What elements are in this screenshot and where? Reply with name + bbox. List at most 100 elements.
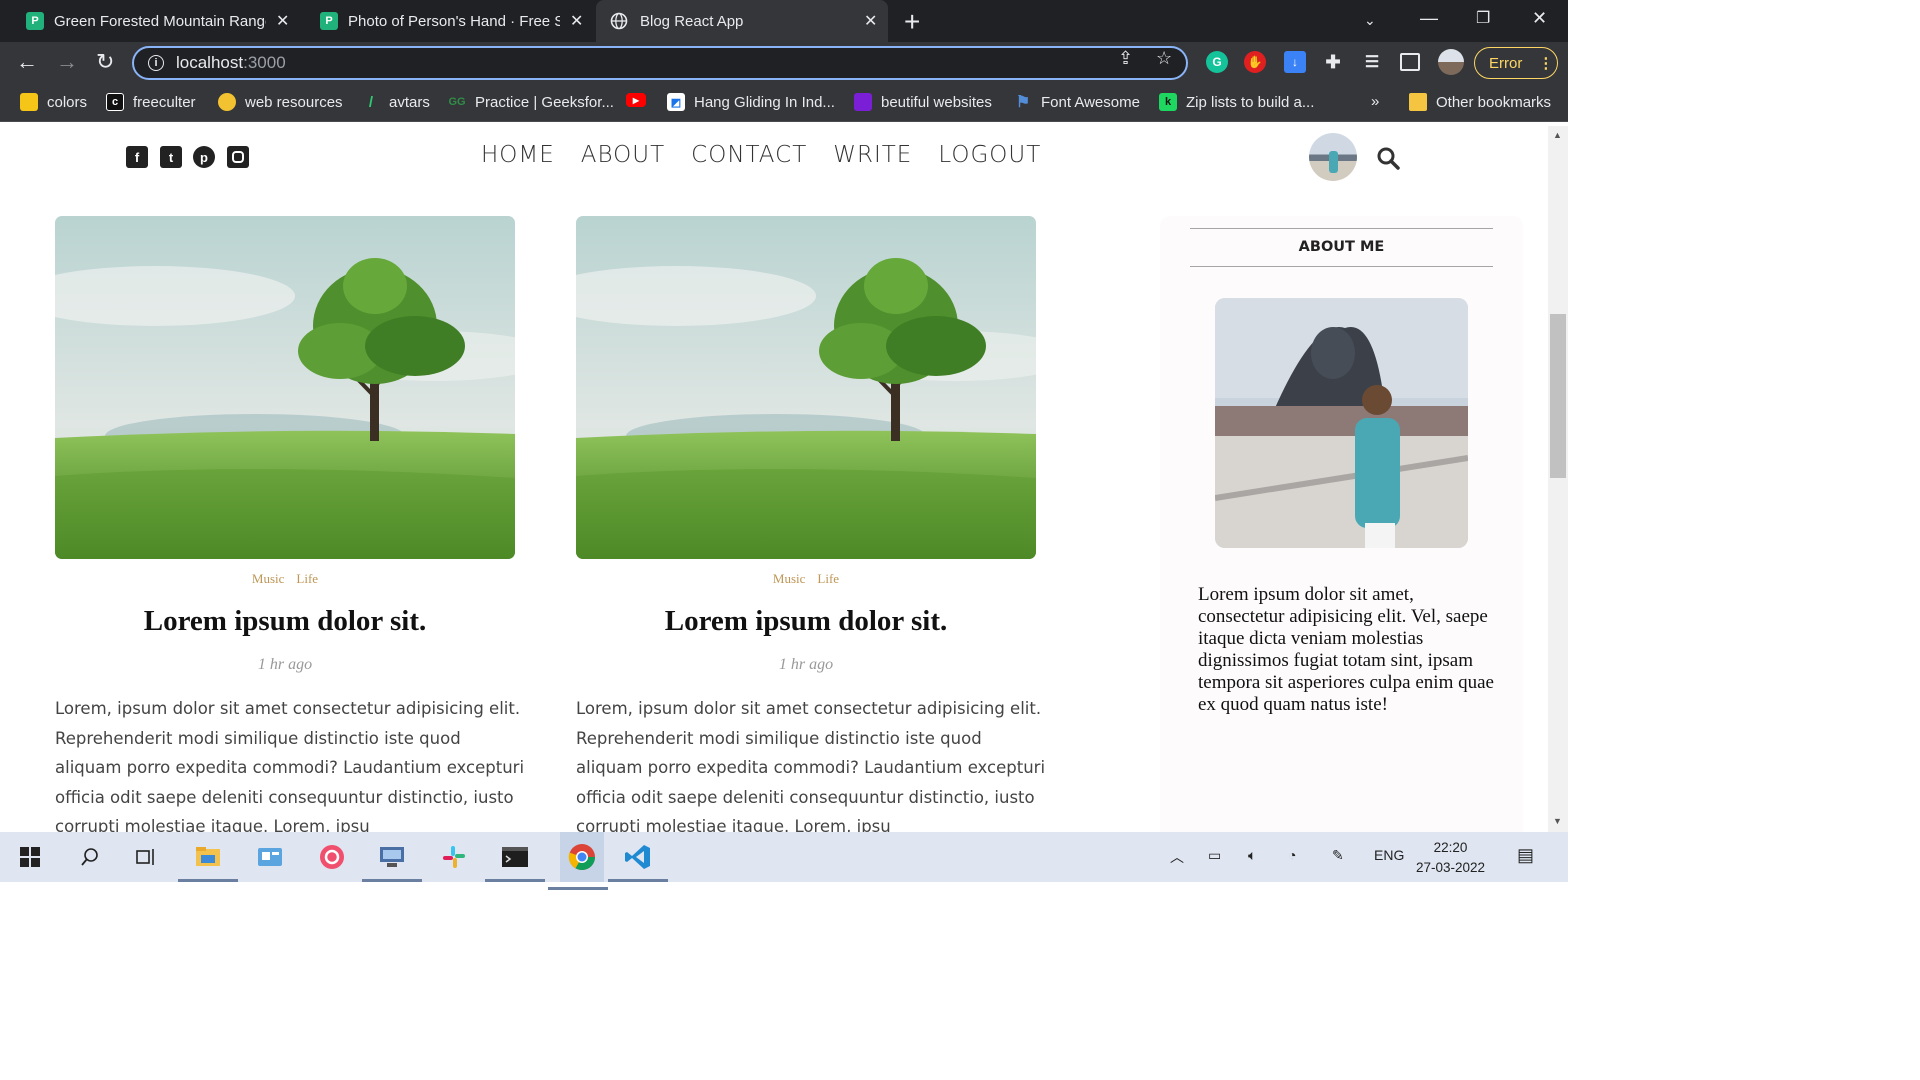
post-image[interactable] (576, 216, 1036, 559)
sidebar: ABOUT ME Lorem ipsum dolor sit amet, con… (1160, 216, 1523, 832)
pexels-favicon-icon: P (26, 12, 44, 30)
menu-home[interactable]: HOME (481, 142, 555, 168)
bookmark-youtube[interactable]: ▶ (626, 93, 655, 107)
search-icon[interactable] (1376, 146, 1400, 170)
bookmark-hang-gliding[interactable]: ◩ Hang Gliding In Ind... (667, 93, 835, 111)
side-panel-icon[interactable] (1400, 53, 1420, 71)
language-indicator[interactable]: ENG (1374, 847, 1404, 863)
download-icon[interactable]: ↓ (1284, 51, 1306, 73)
bookmark-colors[interactable]: colors (20, 93, 87, 111)
instagram-icon[interactable] (227, 146, 249, 168)
close-window-icon[interactable]: ✕ (1532, 8, 1547, 29)
post-title[interactable]: Lorem ipsum dolor sit. (55, 605, 515, 638)
error-button[interactable]: Error ⋮ (1474, 47, 1558, 79)
extensions-icon[interactable]: ✚ (1322, 51, 1344, 73)
tab-1[interactable]: P Green Forested Mountain Range ✕ (26, 0, 289, 42)
browser-toolbar: ← → ↻ i localhost:3000 ⇪ ☆ G ✋ ↓ ✚ ☰ Err… (0, 42, 1568, 84)
scroll-down-icon[interactable]: ▼ (1553, 816, 1562, 826)
category-tag[interactable]: Music (252, 571, 285, 586)
twitter-icon[interactable]: t (160, 146, 182, 168)
post-card[interactable]: Music Life Lorem ipsum dolor sit. 1 hr ag… (55, 216, 524, 832)
wifi-icon[interactable]: ◔ (1288, 847, 1296, 863)
post-date: 1 hr ago (257, 656, 313, 673)
menu-contact[interactable]: CONTACT (691, 142, 807, 168)
app-icon-pink[interactable] (314, 840, 350, 874)
tab-search-icon[interactable]: ⌄ (1364, 12, 1376, 29)
bookmark-web-resources[interactable]: web resources (218, 93, 343, 111)
user-avatar[interactable] (1309, 133, 1357, 181)
terminal-icon[interactable] (485, 840, 545, 882)
post-card[interactable]: Music Life Lorem ipsum dolor sit. 1 hr ag… (576, 216, 1045, 832)
notifications-icon[interactable]: ▤ (1517, 845, 1534, 866)
adblock-icon[interactable]: ✋ (1244, 51, 1266, 73)
restore-icon[interactable]: ❐ (1476, 8, 1490, 28)
error-label: Error (1489, 54, 1523, 72)
close-tab-icon[interactable]: ✕ (276, 11, 289, 31)
scroll-up-icon[interactable]: ▲ (1553, 130, 1562, 140)
more-bookmarks-button[interactable]: » (1371, 93, 1379, 110)
post-description: Lorem, ipsum dolor sit amet consectetur … (576, 699, 1046, 832)
sidebar-title: ABOUT ME (1190, 228, 1493, 267)
menu-write[interactable]: WRITE (833, 142, 912, 168)
category-tag[interactable]: Life (817, 571, 839, 586)
bookmark-zip-lists[interactable]: k Zip lists to build a... (1159, 93, 1314, 111)
site-info-icon[interactable]: i (148, 55, 164, 71)
page-scrollbar[interactable]: ▲ ▼ (1548, 126, 1568, 832)
file-explorer-icon[interactable] (178, 840, 238, 882)
remote-desktop-icon[interactable] (362, 840, 422, 882)
control-panel-icon[interactable] (252, 840, 288, 874)
bookmark-freeculter[interactable]: c freeculter (106, 93, 196, 111)
post-categories: Music Life (576, 571, 1036, 587)
clock-date: 27-03-2022 (1416, 860, 1486, 875)
chrome-icon[interactable] (548, 832, 608, 890)
post-categories: Music Life (55, 571, 515, 587)
other-bookmarks-folder[interactable]: Other bookmarks (1409, 93, 1551, 111)
post-image[interactable] (55, 216, 515, 559)
bookmark-font-awesome[interactable]: ⚑ Font Awesome (1014, 93, 1140, 112)
show-hidden-icons[interactable]: ︿ (1170, 847, 1184, 867)
web-resources-favicon-icon (218, 93, 236, 111)
bookmark-beutiful-websites[interactable]: beutiful websites (854, 93, 992, 111)
minimize-icon[interactable]: — (1420, 8, 1438, 29)
youtube-icon: ▶ (626, 93, 646, 107)
address-bar[interactable]: i localhost:3000 (132, 46, 1188, 80)
bookmark-label: colors (47, 93, 88, 111)
profile-avatar[interactable] (1438, 49, 1464, 75)
forward-icon[interactable]: → (56, 51, 78, 73)
system-clock[interactable]: 22:20 27-03-2022 (1416, 838, 1485, 878)
tab-2[interactable]: P Photo of Person's Hand · Free Stock ✕ (320, 0, 583, 42)
bookmarks-bar: colors c freeculter web resources / avtars… (0, 84, 1568, 122)
slack-icon[interactable] (436, 840, 472, 874)
menu-about[interactable]: ABOUT (581, 142, 665, 168)
post-title[interactable]: Lorem ipsum dolor sit. (576, 605, 1036, 638)
vscode-icon[interactable] (608, 840, 668, 882)
more-menu-icon[interactable]: ⋮ (1538, 54, 1553, 72)
tab-3-active[interactable]: Blog React App ✕ (596, 0, 888, 42)
scrollbar-thumb[interactable] (1550, 314, 1566, 478)
battery-icon[interactable]: ▭ (1208, 847, 1221, 864)
pen-icon[interactable]: ✎ (1332, 847, 1344, 864)
pinterest-icon[interactable]: p (193, 146, 215, 168)
bookmark-avtars[interactable]: / avtars (362, 93, 430, 111)
about-me-photo (1215, 298, 1468, 548)
bookmark-star-icon[interactable]: ☆ (1156, 48, 1172, 69)
menu-logout[interactable]: LOGOUT (938, 142, 1041, 168)
search-icon[interactable] (72, 840, 108, 874)
facebook-icon[interactable]: f (126, 146, 148, 168)
back-icon[interactable]: ← (16, 51, 38, 73)
reload-icon[interactable]: ↻ (96, 51, 114, 73)
bookmark-label: beutiful websites (881, 93, 992, 111)
avtars-favicon-icon: / (368, 93, 374, 111)
windows-start-icon[interactable] (12, 840, 48, 874)
category-tag[interactable]: Music (773, 571, 806, 586)
category-tag[interactable]: Life (296, 571, 318, 586)
task-view-icon[interactable] (128, 840, 164, 874)
close-tab-icon[interactable]: ✕ (864, 11, 877, 31)
bookmark-geeksforgeeks[interactable]: GG Practice | Geeksfor... (448, 93, 614, 111)
share-icon[interactable]: ⇪ (1118, 48, 1133, 69)
reading-list-icon[interactable]: ☰ (1361, 51, 1383, 73)
close-tab-icon[interactable]: ✕ (570, 11, 583, 31)
grammarly-icon[interactable]: G (1206, 51, 1228, 73)
volume-icon[interactable]: 🔈︎ (1248, 847, 1256, 864)
new-tab-button[interactable]: + (904, 6, 920, 38)
